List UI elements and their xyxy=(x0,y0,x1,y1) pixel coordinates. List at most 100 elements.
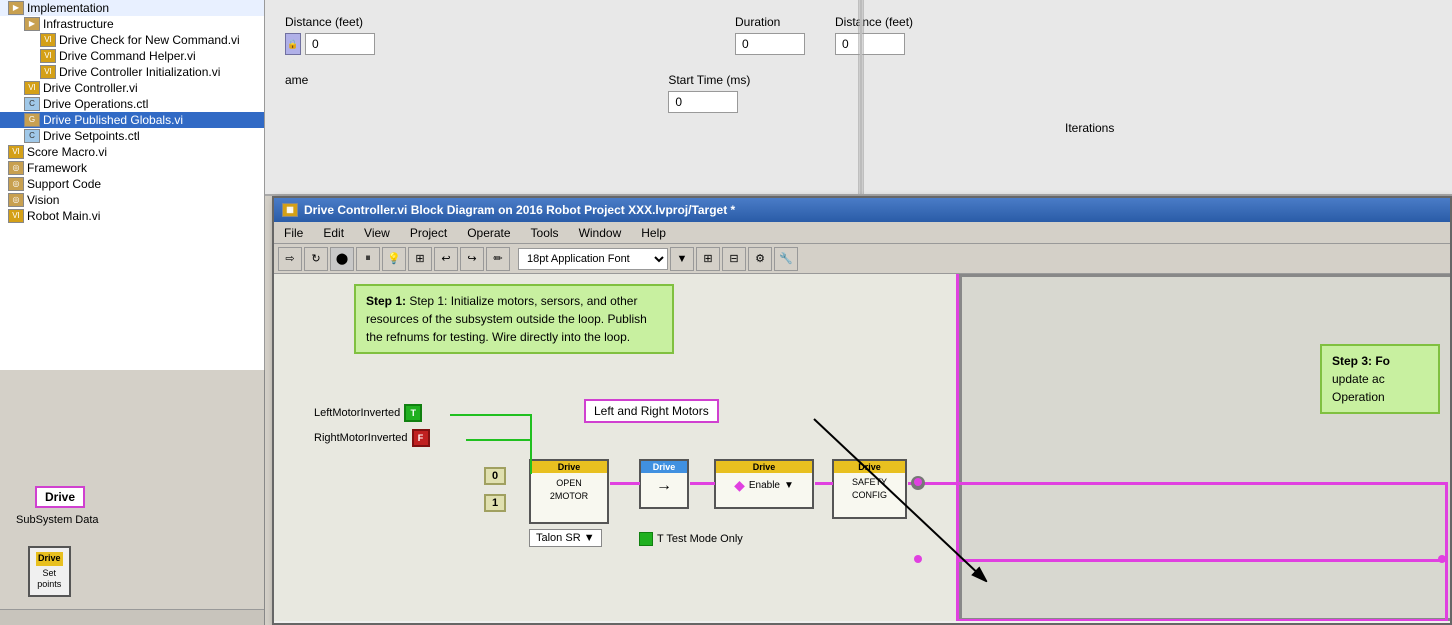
tree-label-11: Support Code xyxy=(27,177,101,191)
num-0-value: 0 xyxy=(492,470,498,482)
drive-arrow-body: → xyxy=(656,477,672,495)
tree-label-5: Drive Controller.vi xyxy=(43,81,138,95)
step1-note: Step 1: Step 1: Initialize motors, serso… xyxy=(354,284,674,354)
toolbar-pencil-btn[interactable]: ✏ xyxy=(486,247,510,271)
right-motor-label: RightMotorInverted xyxy=(314,432,408,444)
tree-item-3[interactable]: VIDrive Command Helper.vi xyxy=(0,48,264,64)
subsystem-data-label: SubSystem Data xyxy=(16,512,256,526)
tree-item-11[interactable]: ◎Support Code xyxy=(0,176,264,192)
test-mode-label: T Test Mode Only xyxy=(639,532,743,546)
menu-operate[interactable]: Operate xyxy=(457,225,520,241)
talon-sr-block[interactable]: Talon SR ▼ xyxy=(529,529,602,547)
drive-name-box: Drive xyxy=(35,486,85,508)
setpoints-box: Drive Set points xyxy=(28,546,71,597)
num-const-1: 1 xyxy=(484,494,506,512)
align-btn[interactable]: ⊞ xyxy=(696,247,720,271)
tree-icon-0: ▶ xyxy=(8,1,24,15)
name-label: ame xyxy=(285,73,308,87)
tree-label-2: Drive Check for New Command.vi xyxy=(59,33,240,47)
left-motor-bool: T xyxy=(404,404,422,422)
tree-item-8[interactable]: CDrive Setpoints.ctl xyxy=(0,128,264,144)
step1-text: Step 1: Initialize motors, sersors, and … xyxy=(366,294,647,344)
tree-item-2[interactable]: VIDrive Check for New Command.vi xyxy=(0,32,264,48)
toolbar-redo-btn[interactable]: ↪ xyxy=(460,247,484,271)
tree-item-0[interactable]: ▶Implementation xyxy=(0,0,264,16)
distance-label-right: Distance (feet) xyxy=(835,15,913,29)
drive-name-label: Drive xyxy=(45,490,75,504)
toolbar-light-btn[interactable]: 💡 xyxy=(382,247,406,271)
tree-icon-7: G xyxy=(24,113,40,127)
callout-label: Left and Right Motors xyxy=(584,399,719,423)
tree-item-6[interactable]: CDrive Operations.ctl xyxy=(0,96,264,112)
distance-input-top[interactable]: 0 xyxy=(305,33,375,55)
dist-btn[interactable]: ⊟ xyxy=(722,247,746,271)
tree-item-4[interactable]: VIDrive Controller Initialization.vi xyxy=(0,64,264,80)
reorder-btn[interactable]: ⚙ xyxy=(748,247,772,271)
tree-item-1[interactable]: ▶Infrastructure xyxy=(0,16,264,32)
menu-file[interactable]: File xyxy=(274,225,313,241)
bd-title-icon: ▦ xyxy=(282,203,298,217)
duration-input[interactable]: 0 xyxy=(735,33,805,55)
tree-icon-1: ▶ xyxy=(24,17,40,31)
toolbar: ⇨ ↻ ⬤ ⏸ 💡 ⊞ ↩ ↪ ✏ 18pt Application Font … xyxy=(274,244,1450,274)
left-motor-inverted: LeftMotorInverted T xyxy=(314,404,422,422)
tree-label-10: Framework xyxy=(27,161,87,175)
distance-input-right[interactable]: 0 xyxy=(835,33,905,55)
tree-label-8: Drive Setpoints.ctl xyxy=(43,129,140,143)
font-selector[interactable]: 18pt Application Font xyxy=(518,248,668,270)
start-time-input[interactable]: 0 xyxy=(668,91,738,113)
drive-safety-body: SAFETY CONFIG xyxy=(834,473,905,504)
start-time-label: Start Time (ms) xyxy=(668,73,750,87)
toolbar-stop-btn[interactable]: ⬤ xyxy=(330,247,354,271)
tree-label-9: Score Macro.vi xyxy=(27,145,107,159)
tree-item-10[interactable]: ◎Framework xyxy=(0,160,264,176)
drive-enable-top-label: Drive xyxy=(716,461,812,473)
menu-window[interactable]: Window xyxy=(569,225,632,241)
toolbar-undo-btn[interactable]: ↩ xyxy=(434,247,458,271)
drive-arrow-block: Drive → xyxy=(639,459,689,509)
tree-icon-4: VI xyxy=(40,65,56,79)
num-const-0: 0 xyxy=(484,467,506,485)
tree-icon-9: VI xyxy=(8,145,24,159)
tree-item-13[interactable]: VIRobot Main.vi xyxy=(0,208,264,224)
tree-item-7[interactable]: GDrive Published Globals.vi xyxy=(0,112,264,128)
tree-icon-13: VI xyxy=(8,209,24,223)
menu-project[interactable]: Project xyxy=(400,225,457,241)
tree-label-7: Drive Published Globals.vi xyxy=(43,113,183,127)
menu-view[interactable]: View xyxy=(354,225,400,241)
tree-item-9[interactable]: VIScore Macro.vi xyxy=(0,144,264,160)
tree-item-12[interactable]: ◎Vision xyxy=(0,192,264,208)
tree-icon-12: ◎ xyxy=(8,193,24,207)
menu-edit[interactable]: Edit xyxy=(313,225,354,241)
diagram-canvas: Step 1: Step 1: Initialize motors, serso… xyxy=(274,274,1450,621)
front-panel-snippet: Distance (feet) 🔒 0 Duration 0 Distance … xyxy=(265,0,1452,196)
callout-text: Left and Right Motors xyxy=(594,404,709,418)
num-1-value: 1 xyxy=(492,497,498,509)
drive-open-body: OPEN 2MOTOR xyxy=(531,473,607,506)
tree-label-0: Implementation xyxy=(27,1,109,15)
menu-help[interactable]: Help xyxy=(631,225,676,241)
toolbar-refresh-btn[interactable]: ↻ xyxy=(304,247,328,271)
left-motor-label: LeftMotorInverted xyxy=(314,407,400,419)
tree-icon-5: VI xyxy=(24,81,40,95)
step3-note: Step 3: Fo update ac Operation xyxy=(1320,344,1440,414)
tree-icon-2: VI xyxy=(40,33,56,47)
toolbar-grid-btn[interactable]: ⊞ xyxy=(408,247,432,271)
drive-arrow-top-label: Drive xyxy=(641,461,687,473)
drive-safety-block: Drive SAFETY CONFIG xyxy=(832,459,907,519)
duration-label: Duration xyxy=(735,15,805,29)
test-mode-box xyxy=(639,532,653,546)
tree-item-5[interactable]: VIDrive Controller.vi xyxy=(0,80,264,96)
tree-label-6: Drive Operations.ctl xyxy=(43,97,148,111)
toolbar-pause-btn[interactable]: ⏸ xyxy=(356,247,380,271)
block-diagram-title: Drive Controller.vi Block Diagram on 201… xyxy=(304,203,735,217)
menu-tools[interactable]: Tools xyxy=(521,225,569,241)
scrollbar-horizontal[interactable] xyxy=(0,609,264,625)
toolbar-back-btn[interactable]: ⇨ xyxy=(278,247,302,271)
block-diagram-titlebar: ▦ Drive Controller.vi Block Diagram on 2… xyxy=(274,198,1450,222)
left-canvas-area: Drive SubSystem Data Drive Set points xyxy=(0,370,265,625)
debug-btn[interactable]: 🔧 xyxy=(774,247,798,271)
iterations-label: Iterations xyxy=(1065,121,1114,135)
tree-icon-6: C xyxy=(24,97,40,111)
font-size-down[interactable]: ▼ xyxy=(670,247,694,271)
